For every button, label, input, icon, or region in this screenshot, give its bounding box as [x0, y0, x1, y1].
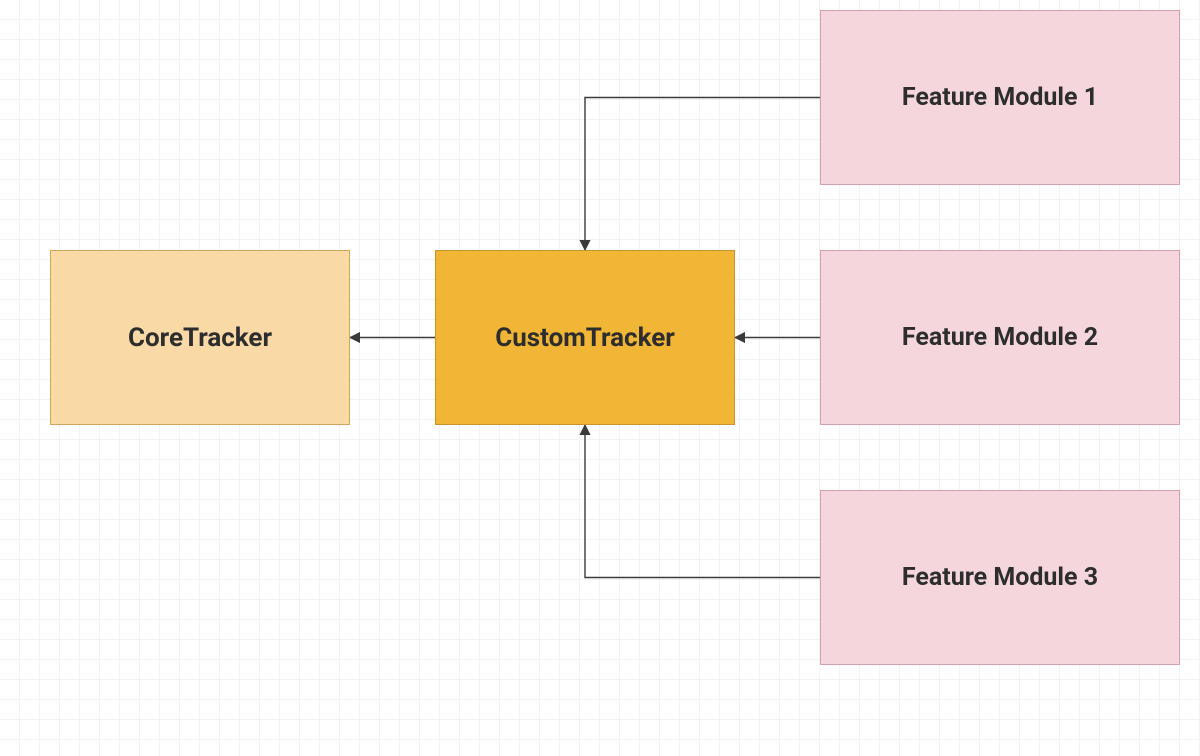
- edge-feat1-to-custom: [585, 98, 820, 251]
- node-feature-module-3[interactable]: Feature Module 3: [820, 490, 1180, 665]
- node-label: Feature Module 3: [902, 563, 1098, 592]
- diagram-canvas: CoreTracker CustomTracker Feature Module…: [0, 0, 1200, 756]
- node-label: CoreTracker: [128, 323, 272, 353]
- node-core-tracker[interactable]: CoreTracker: [50, 250, 350, 425]
- node-feature-module-2[interactable]: Feature Module 2: [820, 250, 1180, 425]
- node-label: Feature Module 2: [902, 323, 1098, 352]
- node-custom-tracker[interactable]: CustomTracker: [435, 250, 735, 425]
- node-feature-module-1[interactable]: Feature Module 1: [820, 10, 1180, 185]
- edge-feat3-to-custom: [585, 425, 820, 578]
- node-label: Feature Module 1: [902, 83, 1098, 112]
- node-label: CustomTracker: [495, 323, 675, 353]
